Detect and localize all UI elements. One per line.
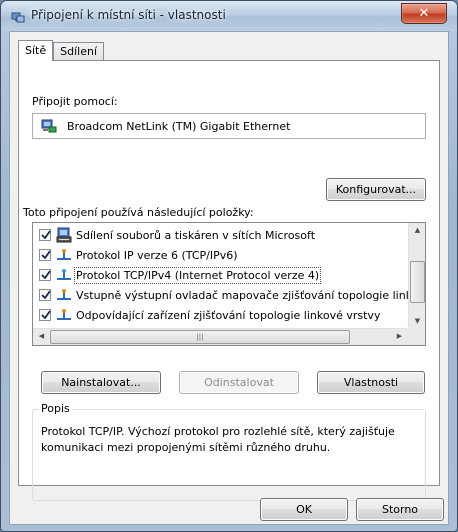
item-checkbox[interactable] <box>39 309 51 321</box>
list-item[interactable]: Sdílení souborů a tiskáren v sítích Micr… <box>33 225 408 245</box>
file-printer-sharing-icon <box>56 227 72 243</box>
scroll-down-icon[interactable]: ▼ <box>409 317 425 325</box>
checkmark-icon <box>41 250 51 260</box>
list-item[interactable]: Protokol IP verze 6 (TCP/IPv6) <box>33 245 408 265</box>
list-item[interactable]: Vstupně výstupní ovladač mapovače zjišťo… <box>33 285 408 305</box>
item-checkbox[interactable] <box>39 229 51 241</box>
scroll-left-icon[interactable]: ◀ <box>33 332 50 340</box>
close-button[interactable]: ✕ <box>401 3 447 24</box>
ok-button[interactable]: OK <box>260 498 348 521</box>
properties-button[interactable]: Vlastnosti <box>317 371 425 394</box>
item-checkbox[interactable] <box>39 249 51 261</box>
item-label: Protokol TCP/IPv4 (Internet Protocol ver… <box>73 267 322 284</box>
list-item[interactable]: Odpovídající zařízení zjišťování topolog… <box>33 305 408 325</box>
horizontal-scrollbar[interactable]: ◀ ||| ▶ <box>33 328 408 345</box>
cancel-button[interactable]: Storno <box>356 498 444 521</box>
close-icon: ✕ <box>418 6 430 21</box>
items-list-content: Sdílení souborů a tiskáren v sítích Micr… <box>33 223 408 328</box>
vertical-scroll-thumb[interactable] <box>410 261 425 303</box>
description-group: Popis Protokol TCP/IP. Výchozí protokol … <box>32 402 426 501</box>
item-label: Sdílení souborů a tiskáren v sítích Micr… <box>76 229 316 242</box>
list-item-selected[interactable]: Protokol TCP/IPv4 (Internet Protocol ver… <box>33 265 408 285</box>
scroll-right-icon[interactable]: ▶ <box>391 332 408 340</box>
horizontal-scroll-thumb[interactable]: ||| <box>50 330 350 344</box>
scroll-up-icon[interactable]: ▲ <box>409 226 425 234</box>
scrollbar-corner <box>407 327 425 345</box>
item-label: Odpovídající zařízení zjišťování topolog… <box>76 309 381 322</box>
properties-window: Připojení k místní síti - vlastnosti ✕ S… <box>0 0 458 532</box>
connect-using-label: Připojit pomocí: <box>32 95 118 108</box>
uninstall-button[interactable]: Odinstalovat <box>179 371 299 394</box>
items-list[interactable]: Sdílení souborů a tiskáren v sítích Micr… <box>32 222 426 346</box>
checkmark-icon <box>41 310 51 320</box>
item-checkbox[interactable] <box>39 289 51 301</box>
items-label: Toto připojení používá následující polož… <box>23 206 254 219</box>
adapter-name: Broadcom NetLink (TM) Gigabit Ethernet <box>67 120 291 133</box>
vertical-scrollbar[interactable]: ▲ ▼ <box>408 223 425 328</box>
protocol-icon <box>57 249 71 260</box>
networking-tab-panel: Připojit pomocí: Broadcom NetLink (TM) G… <box>18 60 440 501</box>
window-title: Připojení k místní síti - vlastnosti <box>31 8 226 22</box>
network-connection-icon <box>11 12 25 23</box>
item-checkbox[interactable] <box>39 269 51 281</box>
tab-networking[interactable]: Sítě <box>18 40 54 61</box>
description-title: Popis <box>39 402 72 415</box>
adapter-field: Broadcom NetLink (TM) Gigabit Ethernet <box>32 113 426 139</box>
protocol-icon <box>57 309 71 320</box>
configure-button[interactable]: Konfigurovat... <box>326 178 426 201</box>
checkmark-icon <box>41 230 51 240</box>
dialog-client-area: Sítě Sdílení Připojit pomocí: Broadcom N… <box>9 31 449 525</box>
item-label: Protokol IP verze 6 (TCP/IPv6) <box>76 249 238 262</box>
title-bar[interactable]: Připojení k místní síti - vlastnosti ✕ <box>1 1 457 31</box>
tab-strip: Sítě Sdílení <box>18 40 104 61</box>
tab-sharing[interactable]: Sdílení <box>53 42 104 61</box>
protocol-icon <box>57 289 71 300</box>
item-label: Vstupně výstupní ovladač mapovače zjišťo… <box>76 289 408 302</box>
description-text: Protokol TCP/IP. Výchozí protokol pro ro… <box>41 425 395 454</box>
checkmark-icon <box>41 270 51 280</box>
checkmark-icon <box>41 290 51 300</box>
network-adapter-icon <box>41 119 57 133</box>
protocol-icon <box>57 269 71 280</box>
install-button[interactable]: Nainstalovat... <box>41 371 161 394</box>
